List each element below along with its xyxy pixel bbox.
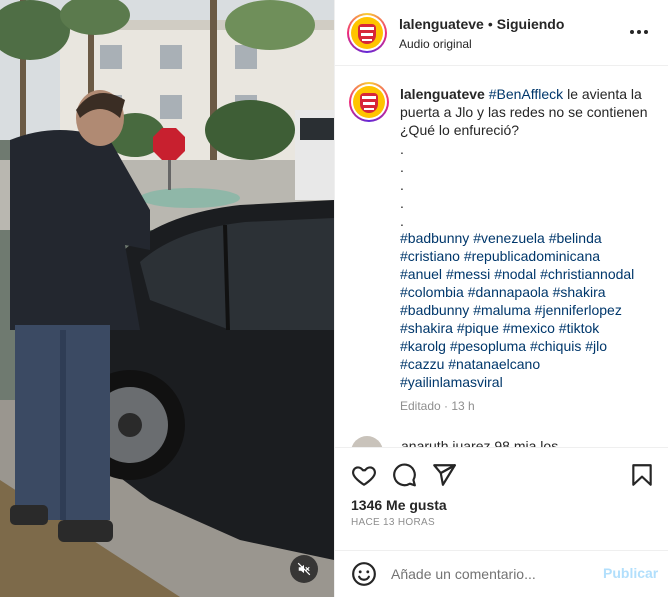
share-icon [433,464,456,486]
caption-mention[interactable]: #BenAffleck [489,86,563,102]
more-options-button[interactable] [627,22,651,42]
hashtag-link[interactable]: #shakira [553,284,606,300]
edited-timestamp: Editado · 13 h [400,399,475,413]
comment-form: Publicar [335,550,668,597]
hashtag-link[interactable]: #chiquis [530,338,581,354]
likes-count[interactable]: 1346 Me gusta [351,497,447,513]
hashtag-link[interactable]: #messi [446,266,490,282]
hashtag-link[interactable]: #colombia [400,284,464,300]
hashtag-link[interactable]: #shakira [400,320,453,336]
hashtag-link[interactable]: #badbunny [400,302,469,318]
avatar-logo [353,86,385,118]
post-media[interactable] [0,0,334,597]
dot-line: . [400,141,404,157]
dot-line: . [400,213,404,229]
comment-input[interactable] [391,563,591,585]
hashtag-link[interactable]: #jlo [585,338,607,354]
hashtag-link[interactable]: #yailinlamasviral [400,374,503,390]
dot-line: . [400,195,404,211]
hashtag-link[interactable]: #christiannodal [540,266,634,282]
follow-status-button[interactable]: Siguiendo [497,16,565,32]
emoji-icon [352,562,376,586]
bookmark-icon [632,464,652,486]
header-username[interactable]: lalenguateve [399,16,484,32]
comment-button[interactable] [391,462,417,488]
mute-button[interactable] [290,555,318,583]
save-button[interactable] [629,462,655,488]
dot-line: . [400,159,404,175]
hashtag-link[interactable]: #dannapaola [468,284,549,300]
hashtag-link[interactable]: #venezuela [473,230,545,246]
hashtag-link[interactable]: #republicadominicana [464,248,600,264]
caption-avatar[interactable] [349,82,389,122]
hashtag-link[interactable]: #mexico [503,320,555,336]
emoji-button[interactable] [351,561,377,587]
audio-link[interactable]: Audio original [399,37,472,51]
dot-line: . [400,177,404,193]
share-button[interactable] [431,462,457,488]
hashtag-link[interactable]: #cristiano [400,248,460,264]
post-time: HACE 13 HORAS [351,517,435,528]
comment-icon [393,463,416,487]
post-comment-button[interactable]: Publicar [603,565,658,581]
video-frame [0,0,334,597]
action-bar: 1346 Me gusta HACE 13 HORAS [335,447,668,553]
avatar-logo [351,17,383,49]
caption-username[interactable]: lalenguateve [400,86,485,102]
hashtag-link[interactable]: #nodal [494,266,536,282]
hashtag-link[interactable]: #anuel [400,266,442,282]
hashtag-link[interactable]: #jenniferlopez [535,302,622,318]
hashtag-link[interactable]: #natanaelcano [448,356,540,372]
post-header: lalenguateve • Siguiendo Audio original [335,0,668,66]
like-button[interactable] [351,462,377,488]
caption-dots: . . . . . [400,140,404,230]
hashtag-link[interactable]: #pique [457,320,499,336]
hashtag-link[interactable]: #pesopluma [450,338,526,354]
post-panel: lalenguateve • Siguiendo Audio original la… [334,0,668,597]
hashtag-link[interactable]: #maluma [473,302,531,318]
hashtag-link[interactable]: #cazzu [400,356,444,372]
mute-icon [297,562,311,576]
avatar[interactable] [347,13,387,53]
separator-dot: • [487,16,493,32]
more-icon [630,30,648,34]
hashtag-list: #badbunny #venezuela #belinda #cristiano… [400,229,660,391]
caption-text: lalenguateve #BenAffleck le avienta la p… [400,85,655,139]
heart-icon [352,466,376,486]
hashtag-link[interactable]: #badbunny [400,230,469,246]
hashtag-link[interactable]: #karolg [400,338,446,354]
hashtag-link[interactable]: #tiktok [559,320,599,336]
hashtag-link[interactable]: #belinda [549,230,602,246]
